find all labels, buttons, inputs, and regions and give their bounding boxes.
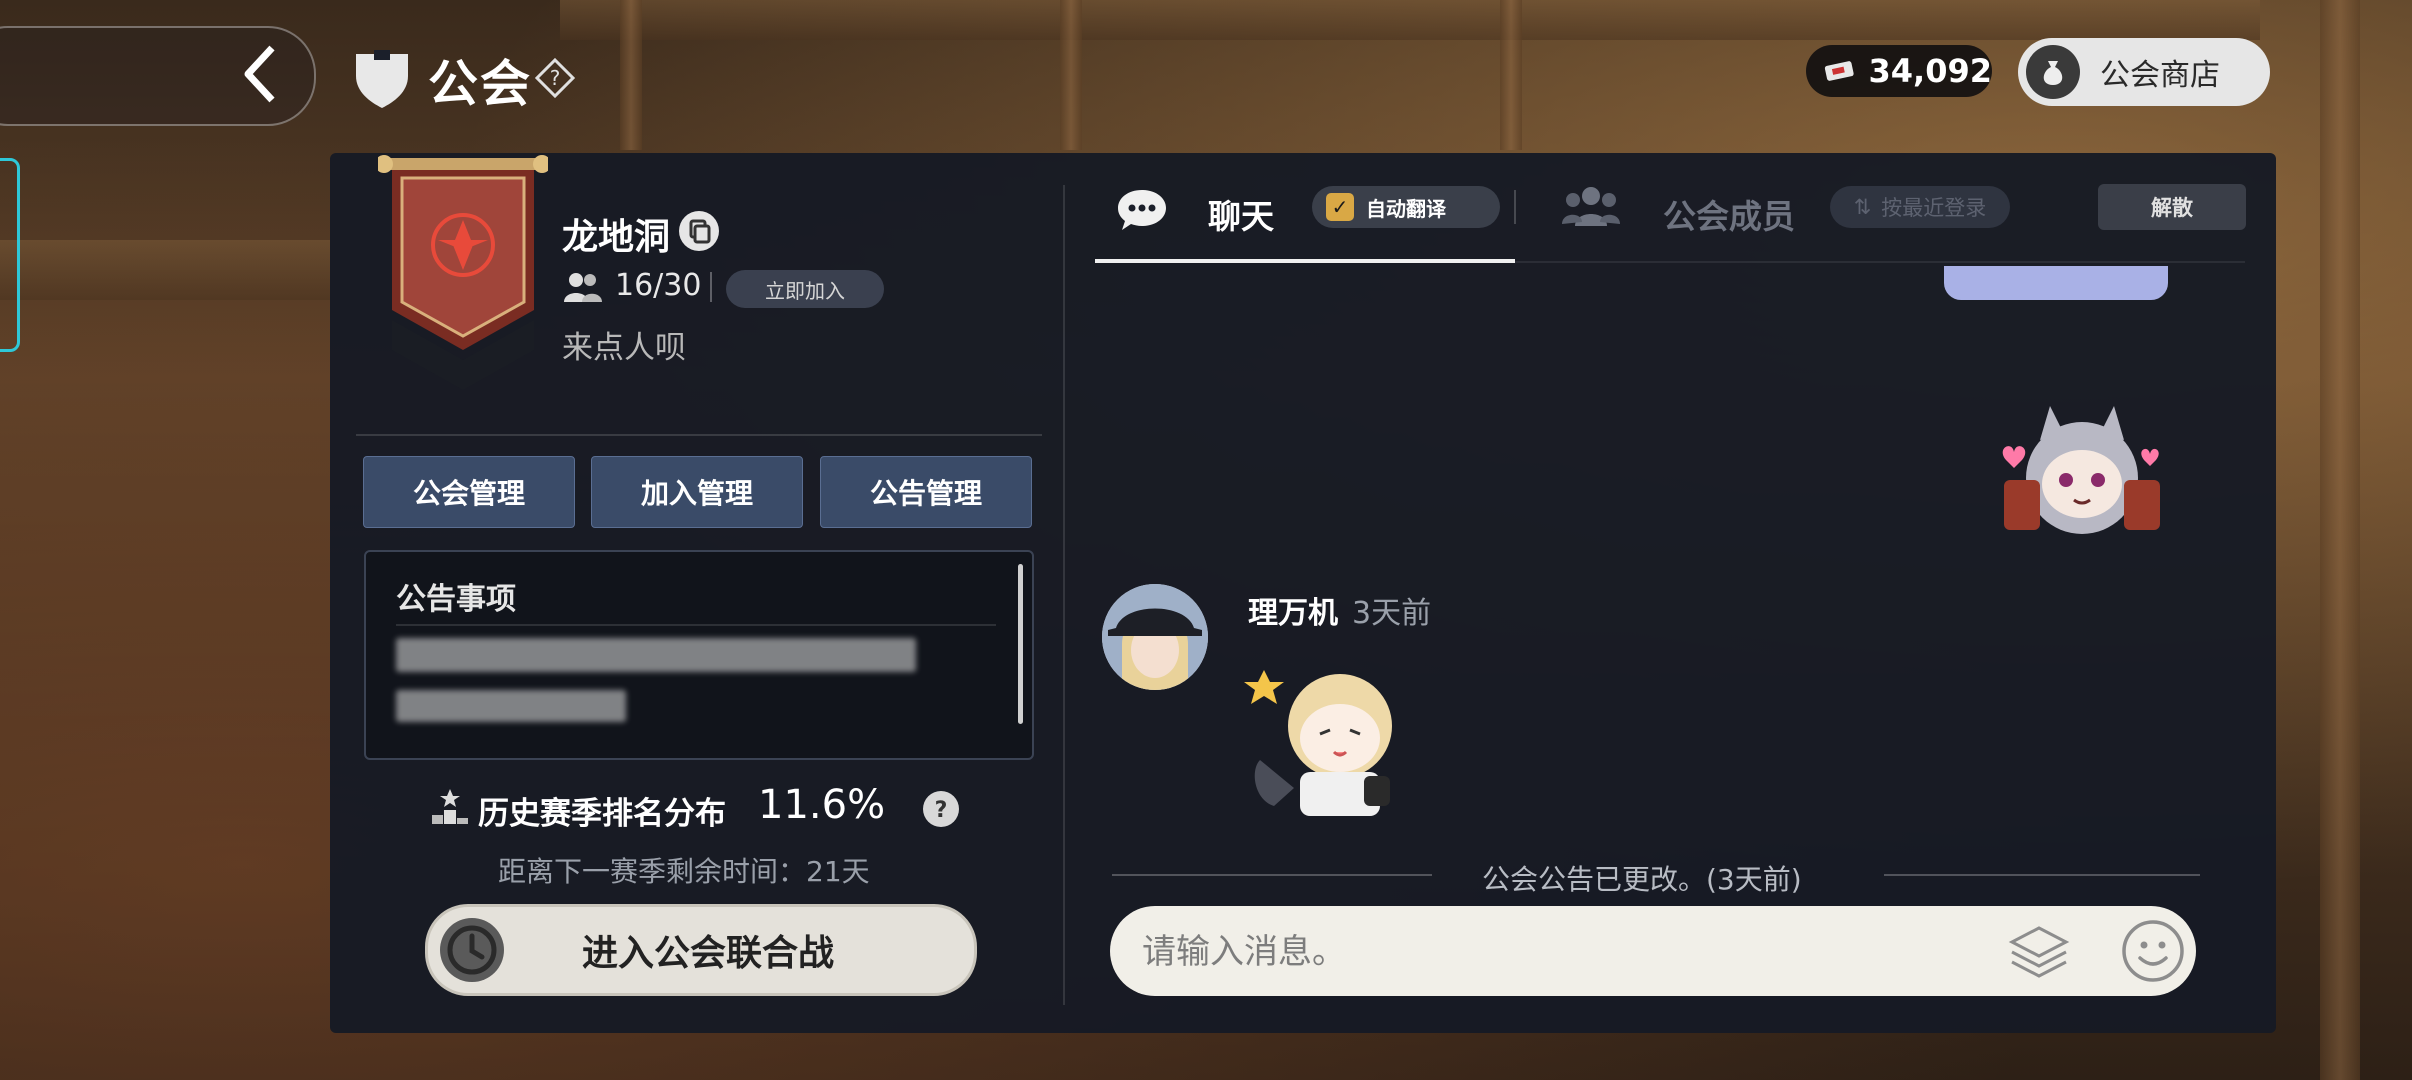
- chat-message-bubble-partial: [1944, 266, 2168, 300]
- notice-management-button[interactable]: 公告管理: [820, 456, 1032, 528]
- guild-war-button[interactable]: 进入公会联合战: [425, 904, 977, 996]
- message-time: 3天前: [1352, 596, 1432, 631]
- avatar[interactable]: [1102, 584, 1208, 690]
- podium-icon: [432, 789, 468, 824]
- tab-guild-members[interactable]: 公会成员: [1663, 190, 1795, 238]
- back-arrow-icon[interactable]: [240, 42, 280, 106]
- guild-shop-button[interactable]: 公会商店: [2018, 38, 2270, 106]
- tab-chat[interactable]: 聊天: [1208, 190, 1274, 238]
- background-pillar: [1500, 0, 1522, 150]
- divider: [1884, 874, 2200, 876]
- background-shelf: [560, 0, 2260, 40]
- clock-history-icon: [440, 918, 504, 982]
- season-time-left: 距离下一赛季剩余时间：21天: [498, 855, 870, 888]
- sticker-image: [2002, 406, 2160, 534]
- svg-text:?: ?: [935, 798, 948, 823]
- guild-war-label: 进入公会联合战: [582, 933, 835, 974]
- copy-icon[interactable]: [678, 210, 720, 252]
- notice-divider: [396, 624, 996, 626]
- disband-button[interactable]: 解散: [2098, 184, 2246, 230]
- divider: [1112, 874, 1432, 876]
- separator: [710, 272, 712, 302]
- divider: [356, 434, 1042, 436]
- message-sender: 理万机: [1248, 596, 1338, 631]
- active-tab-indicator: [1095, 259, 1515, 263]
- guild-management-button[interactable]: 公会管理: [363, 456, 575, 528]
- guild-banner-emblem: [378, 155, 548, 390]
- guild-shop-label: 公会商店: [2100, 58, 2220, 93]
- notice-scrollbar[interactable]: [1018, 564, 1023, 724]
- auto-translate-toggle[interactable]: ✓ 自动翻译: [1312, 186, 1500, 228]
- guild-currency: 34,092: [1806, 45, 1992, 97]
- sort-label: 按最近登录: [1881, 196, 1987, 220]
- notice-title: 公告事项: [396, 582, 516, 617]
- side-tab[interactable]: [0, 158, 20, 352]
- guild-shield-icon: [356, 50, 408, 108]
- separator: [1514, 190, 1516, 224]
- ticket-icon: [1824, 61, 1854, 81]
- member-count: 16/30: [615, 268, 702, 303]
- currency-amount: 34,092: [1868, 52, 1992, 90]
- guild-name: 龙地洞: [562, 217, 671, 258]
- members-icon: [564, 273, 602, 302]
- message-input-bar: [1110, 906, 2196, 996]
- checkbox-checked-icon: ✓: [1326, 193, 1354, 221]
- join-management-button[interactable]: 加入管理: [591, 456, 803, 528]
- background-pillar: [1060, 0, 1082, 150]
- background-pillar: [620, 0, 642, 150]
- chat-bubble-icon[interactable]: [1116, 186, 1168, 234]
- help-icon[interactable]: ?: [922, 790, 960, 828]
- stickers-icon[interactable]: [2006, 922, 2072, 982]
- notice-box[interactable]: 公告事项: [364, 550, 1034, 760]
- background-pillar: [2320, 0, 2360, 1080]
- rank-distribution-label: 历史赛季排名分布: [478, 796, 726, 832]
- system-message: 公会公告已更改。(3天前): [1482, 863, 1802, 896]
- join-status-badge: 立即加入: [726, 270, 884, 308]
- sort-arrows-icon: ⇅: [1853, 195, 1872, 219]
- rank-distribution-value: 11.6%: [758, 782, 886, 828]
- svg-text:?: ?: [550, 66, 561, 90]
- emoji-icon[interactable]: [2120, 918, 2186, 984]
- guild-slogan: 来点人呗: [562, 330, 686, 366]
- members-icon[interactable]: [1562, 184, 1620, 228]
- help-icon[interactable]: ?: [535, 58, 575, 98]
- background-shelf: [0, 240, 330, 300]
- panel-divider: [1063, 185, 1065, 1005]
- auto-translate-label: 自动翻译: [1366, 196, 1446, 221]
- page-title: 公会: [428, 55, 532, 113]
- sort-button[interactable]: ⇅ 按最近登录: [1830, 186, 2010, 228]
- money-bag-icon: [2026, 45, 2080, 99]
- message-input[interactable]: [1140, 922, 2044, 982]
- redacted-text: [396, 690, 626, 722]
- redacted-text: [396, 638, 916, 672]
- sticker-image: [1244, 670, 1392, 816]
